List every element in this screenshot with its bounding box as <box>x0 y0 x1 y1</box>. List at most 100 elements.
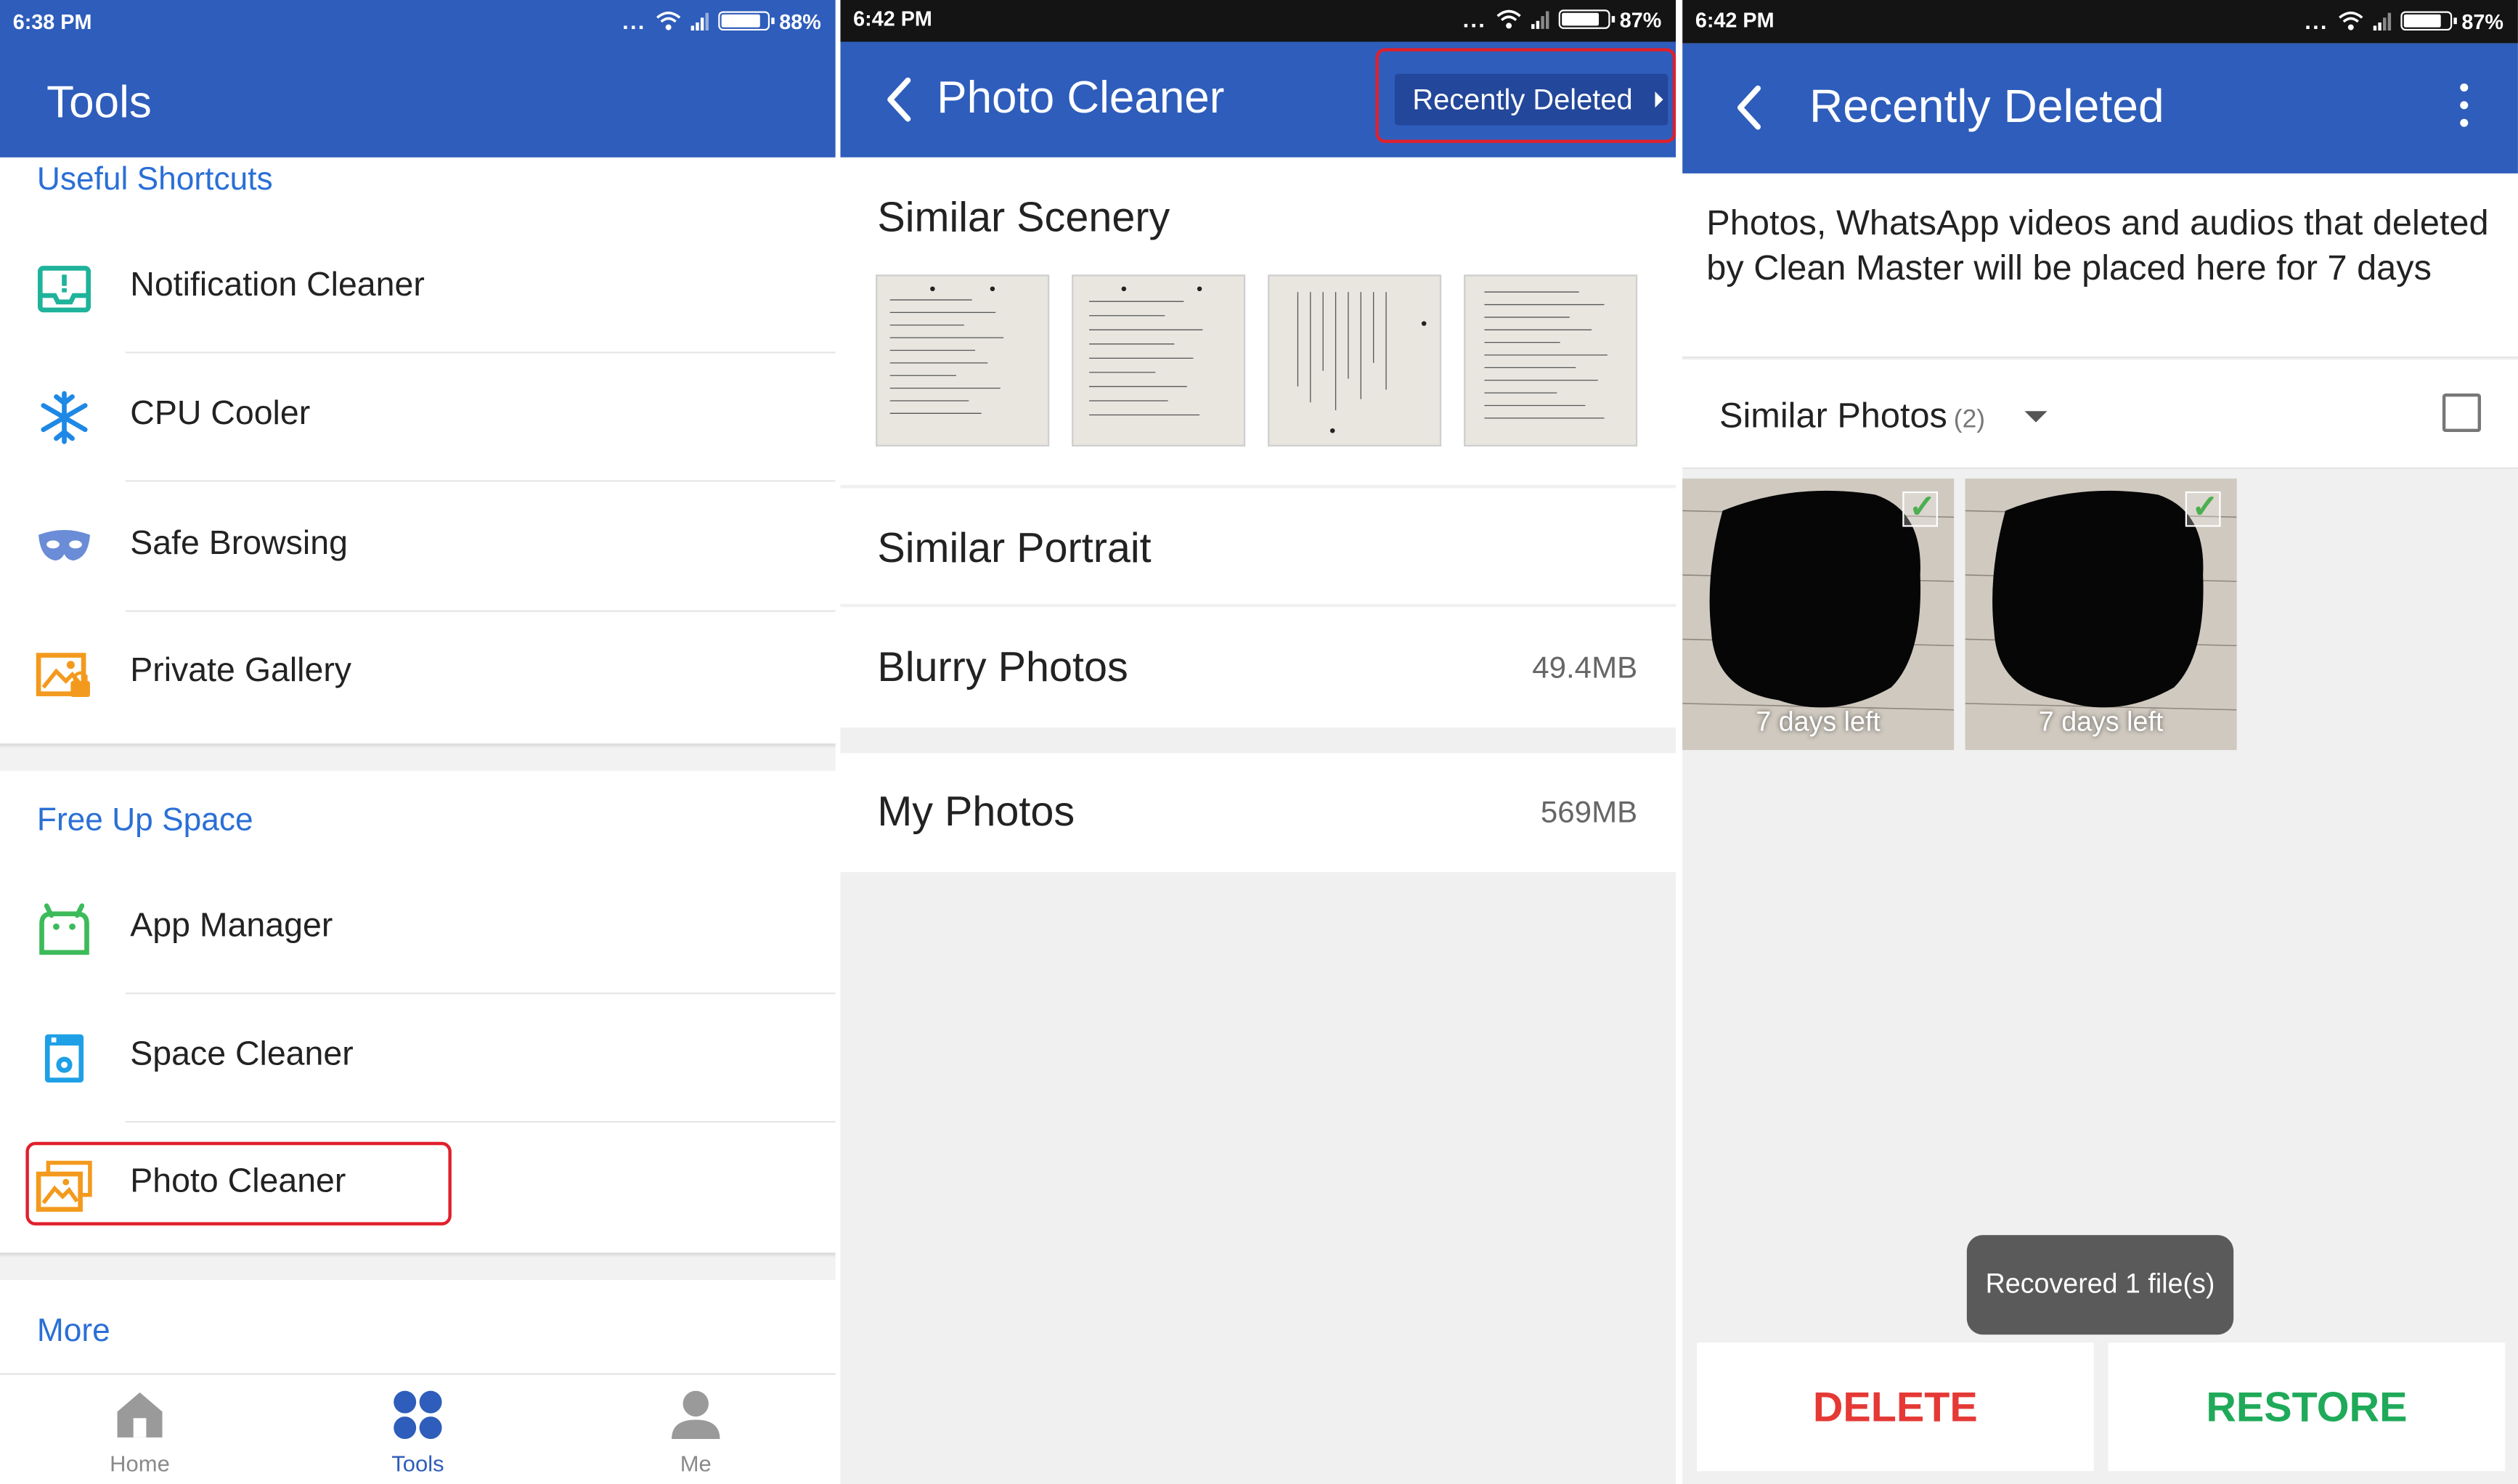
status-bar: 6:42 PM ... 87% <box>1682 0 2518 44</box>
checkmark-icon: ✓ <box>2191 489 2219 526</box>
tools-screen: 6:38 PM ... 88% Tools Useful Shortcuts N… <box>0 0 836 1484</box>
section-my-photos[interactable]: My Photos 569MB <box>840 753 1676 873</box>
nav-me[interactable]: Me <box>599 1375 792 1484</box>
tool-item-cpu-cooler[interactable]: CPU Cooler <box>0 354 836 482</box>
section-title-useful-shortcuts: Useful Shortcuts <box>36 162 273 198</box>
wifi-icon <box>656 11 681 30</box>
deleted-photo[interactable]: ✓ 7 days left <box>1965 478 2237 751</box>
tool-item-safe-browsing[interactable]: Safe Browsing <box>0 484 836 612</box>
mask-icon <box>38 529 90 561</box>
dropdown-arrow-icon[interactable] <box>2024 411 2048 423</box>
select-all-checkbox[interactable] <box>2442 393 2482 433</box>
status-time: 6:38 PM <box>12 9 92 34</box>
info-text: Photos, WhatsApp videos and audios that … <box>1706 202 2489 287</box>
recently-deleted-app-bar: Recently Deleted <box>1682 43 2518 174</box>
section-title-more[interactable]: More <box>37 1313 110 1350</box>
status-time: 6:42 PM <box>1695 8 1775 33</box>
battery-percent: 87% <box>2461 9 2504 33</box>
back-arrow-icon[interactable] <box>1732 83 1768 131</box>
toast-message: Recovered 1 file(s) <box>1966 1235 2234 1335</box>
nav-me-label: Me <box>680 1450 712 1476</box>
status-bar: 6:42 PM ... 87% <box>840 0 1676 42</box>
photo-checkbox[interactable]: ✓ <box>1902 490 1938 527</box>
tool-item-label: Private Gallery <box>130 652 352 689</box>
home-icon <box>117 1392 163 1438</box>
photo-cleaner-app-bar: Photo Cleaner Recently Deleted <box>840 41 1676 158</box>
info-banner: Photos, WhatsApp videos and audios that … <box>1682 173 2518 359</box>
nav-home[interactable]: Home <box>44 1375 237 1484</box>
scenery-thumbnail[interactable] <box>1072 274 1246 447</box>
scenery-thumbnail[interactable] <box>1464 274 1638 447</box>
days-left-label: 7 days left <box>2038 706 2164 738</box>
signal-icon <box>2373 11 2392 31</box>
group-count: (2) <box>1953 406 1986 434</box>
recently-deleted-screen: 6:42 PM ... 87% Recently Deleted Photos,… <box>1682 0 2518 1484</box>
wifi-icon <box>1496 9 1521 29</box>
tool-item-label: App Manager <box>130 907 333 945</box>
storage-icon <box>44 1034 84 1083</box>
checkmark-icon: ✓ <box>1909 489 1936 526</box>
wifi-icon <box>2339 11 2363 30</box>
tool-item-space-cleaner[interactable]: Space Cleaner <box>0 994 836 1123</box>
highlight-photo-cleaner <box>25 1141 452 1226</box>
bottom-navigation: Home Tools Me <box>0 1373 836 1484</box>
tool-item-app-manager[interactable]: App Manager <box>0 865 836 995</box>
page-title: Tools <box>46 77 152 127</box>
highlight-recently-deleted <box>1375 48 1676 143</box>
tool-item-label: CPU Cooler <box>130 395 311 433</box>
section-size: 49.4MB <box>1532 652 1638 686</box>
section-separator <box>0 1252 836 1281</box>
notification-tray-icon <box>38 266 91 313</box>
restore-button[interactable]: RESTORE <box>2108 1342 2506 1472</box>
person-icon <box>672 1390 720 1440</box>
more-options-icon[interactable] <box>2457 83 2470 135</box>
tools-grid-icon <box>394 1390 442 1440</box>
back-arrow-icon[interactable] <box>882 76 918 123</box>
section-title-free-up-space: Free Up Space <box>36 803 253 839</box>
page-title: Recently Deleted <box>1809 81 2164 134</box>
scenery-thumbnail[interactable] <box>1268 274 1442 447</box>
tool-item-private-gallery[interactable]: Private Gallery <box>0 611 836 739</box>
section-label: Blurry Photos <box>877 642 1128 691</box>
more-dots-icon: ... <box>2305 8 2328 34</box>
section-label: Similar Scenery <box>877 192 1170 241</box>
days-left-label: 7 days left <box>1756 706 1881 738</box>
section-separator <box>0 743 836 771</box>
group-similar-photos[interactable]: Similar Photos (2) <box>1682 359 2518 469</box>
status-time: 6:42 PM <box>853 6 932 31</box>
delete-button[interactable]: DELETE <box>1697 1342 2094 1472</box>
divider <box>125 480 836 482</box>
snowflake-icon <box>41 391 88 444</box>
android-icon <box>39 903 89 955</box>
battery-icon <box>2400 11 2457 31</box>
section-label: My Photos <box>877 786 1075 836</box>
signal-icon <box>1531 9 1549 29</box>
page-title: Photo Cleaner <box>937 72 1225 123</box>
nav-tools-label: Tools <box>391 1450 444 1476</box>
deleted-photo[interactable]: ✓ 7 days left <box>1682 478 1955 751</box>
nav-tools[interactable]: Tools <box>322 1375 515 1484</box>
panel-divider <box>1676 0 1683 1484</box>
signal-icon <box>690 11 709 31</box>
nav-home-label: Home <box>110 1450 170 1476</box>
tool-item-label: Notification Cleaner <box>130 266 425 304</box>
tool-item-notification-cleaner[interactable]: Notification Cleaner <box>0 225 836 354</box>
tool-item-label: Safe Browsing <box>130 525 348 563</box>
tools-app-bar: 6:38 PM ... 88% Tools <box>0 0 836 158</box>
section-blurry-photos[interactable]: Blurry Photos 49.4MB <box>840 607 1676 728</box>
more-dots-icon: ... <box>622 8 646 34</box>
section-label: Similar Portrait <box>877 523 1152 572</box>
battery-percent: 87% <box>1619 7 1662 32</box>
tool-item-label: Space Cleaner <box>130 1035 354 1073</box>
battery-icon <box>718 11 775 31</box>
group-label: Similar Photos (2) <box>1719 395 1985 437</box>
photo-cleaner-screen: 6:42 PM ... 87% Photo Cleaner Recently D… <box>840 0 1676 1484</box>
battery-percent: 88% <box>779 9 821 33</box>
battery-icon <box>1558 9 1615 29</box>
more-dots-icon: ... <box>1462 6 1487 33</box>
photo-checkbox[interactable]: ✓ <box>2185 490 2221 527</box>
group-title: Similar Photos <box>1719 395 1947 436</box>
section-size: 569MB <box>1540 796 1638 831</box>
scenery-thumbnail[interactable] <box>876 274 1050 447</box>
section-similar-portrait[interactable]: Similar Portrait <box>840 488 1676 604</box>
